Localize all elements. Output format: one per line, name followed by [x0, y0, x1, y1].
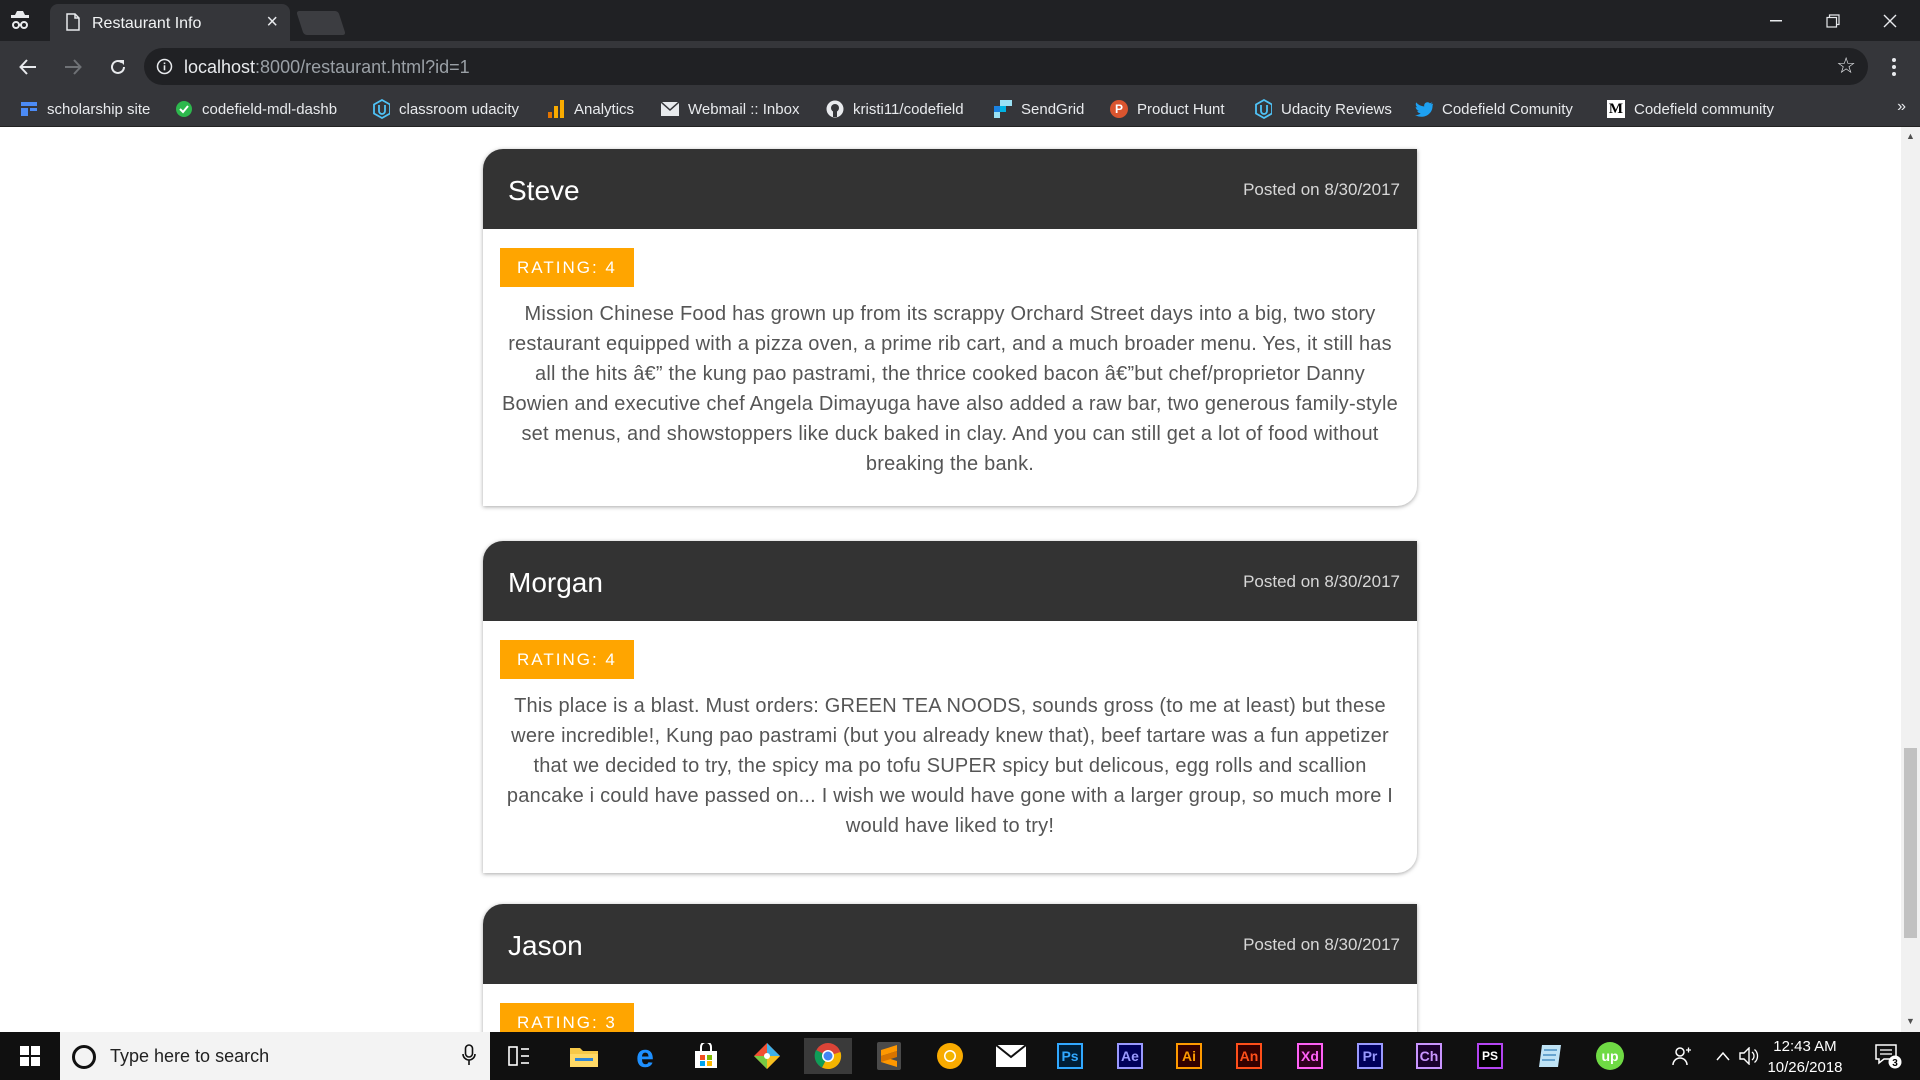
premiere-icon[interactable]: Pr [1346, 1038, 1394, 1074]
forward-arrow-icon[interactable] [59, 53, 87, 81]
clock-date: 10/26/2018 [1767, 1059, 1843, 1076]
green-check-icon [175, 100, 193, 118]
scrollbar-thumb[interactable] [1904, 748, 1917, 938]
github-icon [826, 100, 844, 118]
people-icon[interactable] [1666, 1032, 1698, 1080]
store-icon[interactable] [682, 1038, 730, 1074]
review-comment: Mission Chinese Food has grown up from i… [502, 303, 1398, 475]
search-placeholder: Type here to search [110, 1046, 270, 1066]
scroll-down-arrow-icon[interactable]: ▼ [1906, 1016, 1915, 1026]
task-view-icon[interactable] [495, 1038, 543, 1074]
taskbar-clock[interactable]: 12:43 AM 10/26/2018 [1762, 1036, 1848, 1078]
reviewer-name: Steve [508, 175, 580, 206]
review-date: Posted on 8/30/2017 [1243, 572, 1400, 591]
after-effects-icon[interactable]: Ae [1106, 1038, 1154, 1074]
windows-taskbar: Type here to search e Ps Ae Ai An Xd Pr … [0, 1032, 1920, 1080]
bookmark-webmail[interactable]: Webmail :: Inbox [661, 98, 799, 120]
bookmark-udacity-reviews[interactable]: Udacity Reviews [1254, 98, 1392, 120]
bookmark-scholarship-site[interactable]: scholarship site [20, 98, 150, 120]
twitter-icon [1415, 100, 1433, 118]
bookmark-codefield-twitter[interactable]: Codefield Comunity [1415, 98, 1573, 120]
review-date: Posted on 8/30/2017 [1243, 935, 1400, 954]
photoshop-icon[interactable]: Ps [1046, 1038, 1094, 1074]
review-card: Morgan Posted on 8/30/2017 RATING: 4 Thi… [483, 541, 1417, 873]
bookmark-github-codefield[interactable]: kristi11/codefield [826, 98, 964, 120]
review-card: Jason Posted on 8/30/2017 RATING: 3 [483, 904, 1417, 1032]
phpstorm-icon[interactable]: PS [1466, 1038, 1514, 1074]
browser-toolbar: localhost:8000/restaurant.html?id=1 ☆ [0, 41, 1920, 91]
close-window-icon[interactable] [1860, 0, 1920, 41]
incognito-icon[interactable] [8, 9, 32, 33]
review-card: Steve Posted on 8/30/2017 RATING: 4 Miss… [483, 149, 1417, 506]
bookmark-analytics[interactable]: Analytics [547, 98, 634, 120]
microphone-icon[interactable] [462, 1044, 476, 1071]
git-icon[interactable] [743, 1038, 791, 1074]
bookmark-star-icon[interactable]: ☆ [1836, 55, 1856, 77]
taskbar-search-box[interactable]: Type here to search [60, 1032, 490, 1080]
restore-icon[interactable] [1803, 0, 1863, 41]
url-text: localhost:8000/restaurant.html?id=1 [184, 57, 470, 77]
clock-time: 12:43 AM [1773, 1038, 1837, 1055]
review-header: Morgan Posted on 8/30/2017 [483, 541, 1417, 621]
page-scrollbar[interactable]: ▲ ▼ [1901, 127, 1920, 1032]
address-bar[interactable]: localhost:8000/restaurant.html?id=1 ☆ [144, 48, 1868, 85]
windows-start-icon[interactable] [0, 1032, 60, 1080]
volume-icon[interactable] [1736, 1032, 1762, 1080]
more-bookmarks-icon[interactable]: » [1897, 98, 1906, 116]
review-header: Jason Posted on 8/30/2017 [483, 904, 1417, 984]
xd-icon[interactable]: Xd [1286, 1038, 1334, 1074]
bookmark-product-hunt[interactable]: P Product Hunt [1110, 98, 1225, 120]
canary-icon[interactable] [926, 1038, 974, 1074]
review-comment: This place is a blast. Must orders: GREE… [506, 695, 1394, 837]
reviewer-name: Jason [508, 930, 583, 961]
file-explorer-icon[interactable] [560, 1038, 608, 1074]
review-date: Posted on 8/30/2017 [1243, 180, 1400, 199]
mail-icon[interactable] [987, 1038, 1035, 1074]
back-arrow-icon[interactable] [14, 53, 42, 81]
browser-menu-icon[interactable] [1880, 53, 1908, 81]
close-tab-icon[interactable]: × [266, 12, 278, 32]
udacity-icon [372, 99, 390, 119]
tab-strip: Restaurant Info × [0, 0, 1920, 41]
bookmark-classroom-udacity[interactable]: classroom udacity [372, 98, 519, 120]
tab-restaurant-info[interactable]: Restaurant Info × [50, 4, 290, 41]
medium-icon: M [1607, 100, 1625, 118]
animate-icon[interactable]: An [1225, 1038, 1273, 1074]
reviewer-name: Morgan [508, 567, 603, 598]
edge-icon[interactable]: e [621, 1038, 669, 1074]
sublime-icon[interactable] [865, 1038, 913, 1074]
scroll-up-arrow-icon[interactable]: ▲ [1906, 131, 1915, 141]
product-hunt-icon: P [1110, 100, 1128, 118]
rating-badge: RATING: 4 [500, 248, 634, 287]
rating-badge: RATING: 3 [500, 1003, 634, 1032]
show-hidden-icons-icon[interactable] [1710, 1032, 1736, 1080]
mail-icon [661, 100, 679, 118]
review-header: Steve Posted on 8/30/2017 [483, 149, 1417, 229]
action-center-icon[interactable]: 3 [1868, 1032, 1908, 1080]
tab-title: Restaurant Info [92, 15, 202, 32]
upwork-icon[interactable]: up [1586, 1038, 1634, 1074]
info-icon[interactable] [156, 58, 173, 80]
chrome-icon[interactable] [804, 1038, 852, 1074]
document-icon [66, 13, 80, 36]
analytics-icon [547, 100, 565, 118]
cortana-icon [72, 1045, 96, 1069]
character-animator-icon[interactable]: Ch [1405, 1038, 1453, 1074]
bookmarks-bar: scholarship site codefield-mdl-dashb cla… [0, 91, 1920, 127]
rating-badge: RATING: 4 [500, 640, 634, 679]
bookmark-blue-icon [20, 100, 38, 118]
minimize-icon[interactable] [1746, 0, 1806, 41]
notification-count: 3 [1892, 1058, 1898, 1069]
reload-icon[interactable] [104, 53, 132, 81]
udacity-icon [1254, 99, 1272, 119]
page-content: Steve Posted on 8/30/2017 RATING: 4 Miss… [0, 127, 1901, 1032]
bookmark-codefield-medium[interactable]: M Codefield community [1607, 98, 1777, 120]
bookmark-codefield-dashboard[interactable]: codefield-mdl-dashb [175, 98, 342, 120]
notes-icon[interactable] [1526, 1038, 1574, 1074]
new-tab-button[interactable] [296, 11, 346, 35]
bookmark-sendgrid[interactable]: SendGrid [994, 98, 1084, 120]
illustrator-icon[interactable]: Ai [1165, 1038, 1213, 1074]
sendgrid-icon [994, 100, 1012, 118]
